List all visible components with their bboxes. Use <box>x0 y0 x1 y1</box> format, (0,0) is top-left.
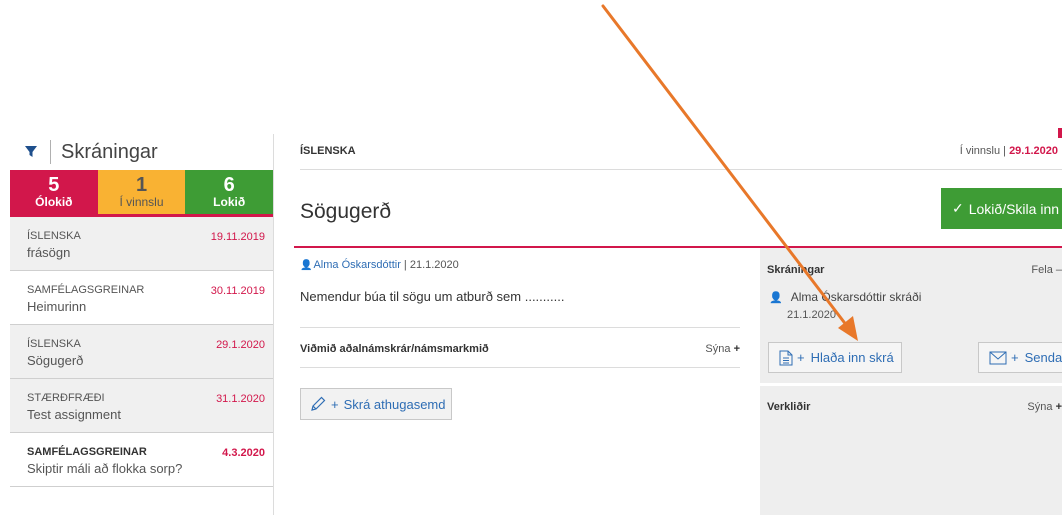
item-date: 29.1.2020 <box>216 339 265 351</box>
registration-date: 21.1.2020 <box>787 309 836 321</box>
criteria-show-label: Sýna <box>705 343 731 355</box>
panel-separator <box>760 383 1062 386</box>
tasks-show-label: Sýna <box>1027 401 1053 413</box>
plus-icon: + <box>1055 401 1062 413</box>
status-flag <box>1058 128 1062 138</box>
plus-icon: + <box>797 350 805 365</box>
page-title: Sögugerð <box>300 200 392 223</box>
plus-icon: + <box>1011 350 1019 365</box>
sidebar: Skráningar 5 Ólokið 1 Í vinnslu 6 Lokið … <box>10 134 274 515</box>
list-item[interactable]: SAMFÉLAGSGREINAR Skiptir máli að flokka … <box>10 433 273 487</box>
criteria-show-toggle[interactable]: Sýna + <box>705 343 740 355</box>
criteria-label: Viðmið aðalnámskrár/námsmarkmið <box>300 343 489 355</box>
status-text: Í vinnslu | <box>959 145 1010 157</box>
tab-finished-label: Lokið <box>213 195 246 209</box>
item-date: 31.1.2020 <box>216 393 265 405</box>
divider <box>300 327 740 328</box>
plus-icon: + <box>733 343 740 355</box>
finish-submit-button[interactable]: ✓ Lokið/Skila inn <box>941 188 1062 229</box>
item-name: Test assignment <box>27 407 121 422</box>
item-date: 30.11.2019 <box>210 285 265 297</box>
item-name: Skiptir máli að flokka sorp? <box>27 461 183 476</box>
registrations-title: Skráningar <box>767 264 825 276</box>
send-label: Senda <box>1024 350 1062 365</box>
plus-icon: + <box>331 396 339 412</box>
pencil-icon <box>311 396 326 411</box>
registration-entry: 👤 Alma Óskarsdóttir skráði <box>769 290 921 304</box>
tasks-show-toggle[interactable]: Sýna + <box>1027 401 1062 413</box>
list-item[interactable]: ÍSLENSKA frásögn 19.11.2019 <box>10 217 273 271</box>
add-comment-label: Skrá athugasemd <box>343 396 446 412</box>
registrations-panel: Skráningar Fela – 👤 Alma Óskarsdóttir skr… <box>760 248 1062 515</box>
status-date: 29.1.2020 <box>1009 145 1058 157</box>
title-row: Sögugerð ✓ Lokið/Skila inn <box>300 170 1062 246</box>
upload-file-button[interactable]: + Hlaða inn skrá <box>768 342 902 373</box>
tab-unfinished[interactable]: 5 Ólokið <box>10 170 98 217</box>
item-name: frásögn <box>27 245 71 260</box>
upload-file-label: Hlaða inn skrá <box>810 350 894 365</box>
author-date: | 21.1.2020 <box>400 259 459 271</box>
hide-toggle[interactable]: Fela – <box>1031 264 1062 276</box>
header-separator <box>50 140 51 164</box>
tab-in-progress-label: Í vinnslu <box>119 195 164 209</box>
item-date: 19.11.2019 <box>210 231 265 243</box>
status-tabs: 5 Ólokið 1 Í vinnslu 6 Lokið <box>10 170 274 217</box>
check-icon: ✓ <box>952 200 964 216</box>
assignment-status: Í vinnslu | 29.1.2020 <box>960 145 1058 157</box>
tab-in-progress-count: 1 <box>135 174 148 196</box>
send-button[interactable]: + Senda <box>978 342 1062 373</box>
list-item[interactable]: ÍSLENSKA Sögugerð 29.1.2020 <box>10 325 273 379</box>
person-icon: 👤 <box>300 260 313 271</box>
tab-unfinished-count: 5 <box>48 174 60 196</box>
tasks-label: Verkliðir <box>767 401 811 413</box>
item-name: Heimurinn <box>27 299 87 314</box>
user-icon: 👤 <box>769 292 783 304</box>
list-item[interactable]: STÆRÐFRÆÐI Test assignment 31.1.2020 <box>10 379 273 433</box>
tab-finished-count: 6 <box>223 174 235 196</box>
author-link[interactable]: Alma Óskarsdóttir <box>313 259 400 271</box>
author-row: 👤Alma Óskarsdóttir | 21.1.2020 <box>300 259 459 271</box>
tab-finished[interactable]: 6 Lokið <box>185 170 274 217</box>
tab-in-progress[interactable]: 1 Í vinnslu <box>97 170 186 217</box>
criteria-row: Viðmið aðalnámskrár/námsmarkmið Sýna + <box>300 343 740 355</box>
finish-submit-label: Lokið/Skila inn <box>968 200 1060 217</box>
sidebar-header: Skráningar <box>10 134 273 170</box>
assignment-header: ÍSLENSKA Í vinnslu | 29.1.2020 <box>300 134 1062 170</box>
file-icon <box>779 350 793 365</box>
item-name: Sögugerð <box>27 353 84 368</box>
filter-icon[interactable] <box>20 141 42 163</box>
registration-entry-text: Alma Óskarsdóttir skráði <box>790 290 922 304</box>
tab-unfinished-label: Ólokið <box>35 195 73 209</box>
list-item[interactable]: SAMFÉLAGSGREINAR Heimurinn 30.11.2019 <box>10 271 273 325</box>
sidebar-title: Skráningar <box>61 140 158 163</box>
item-date: 4.3.2020 <box>222 447 265 459</box>
assignment-subject: ÍSLENSKA <box>300 145 356 157</box>
assignment-description: Nemendur búa til sögu um atburð sem ....… <box>300 289 565 304</box>
add-comment-button[interactable]: + Skrá athugasemd <box>300 388 452 420</box>
envelope-icon <box>989 351 1007 364</box>
divider <box>300 367 740 368</box>
